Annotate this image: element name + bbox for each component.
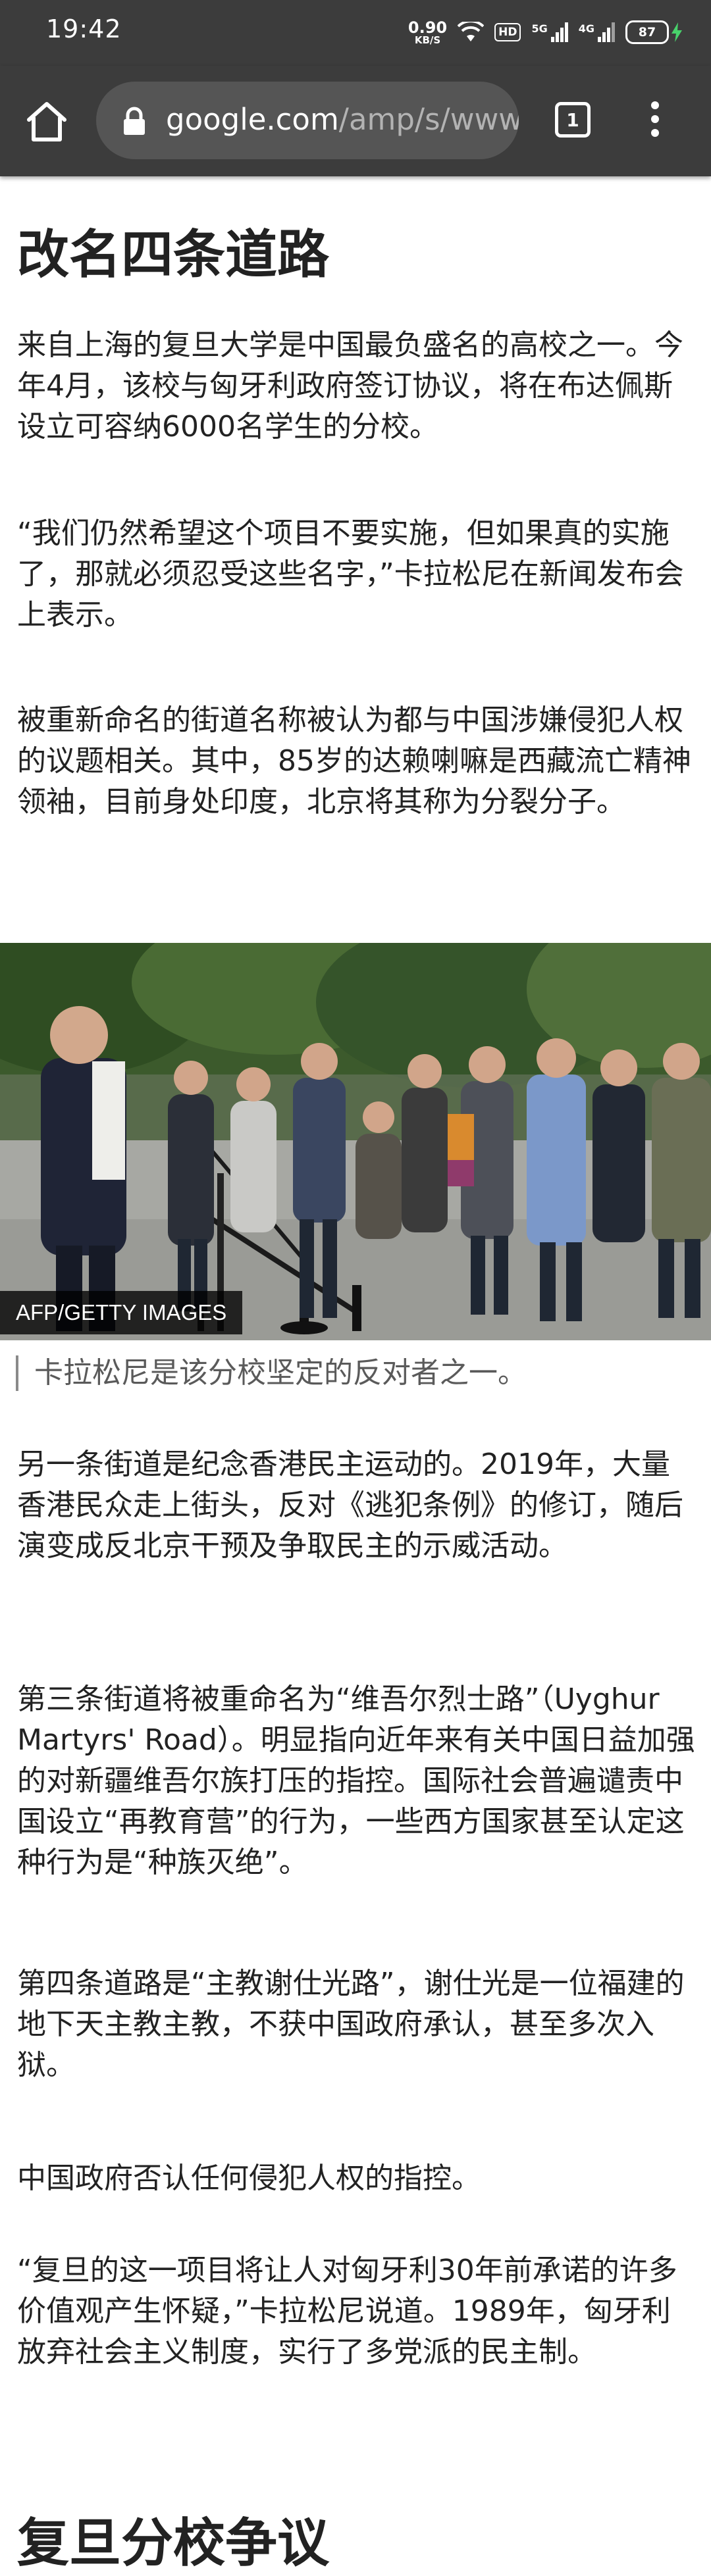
- wifi-icon: [458, 22, 485, 41]
- status-time: 19:42: [46, 14, 122, 43]
- article-paragraph: “复旦的这一项目将让人对匈牙利30年前承诺的许多价值观产生怀疑，”卡拉松尼说道。…: [17, 2254, 677, 2369]
- sim1-label: 5G: [531, 22, 548, 35]
- article-paragraph: 来自上海的复旦大学是中国最负盛名的高校之一。今年4月，该校与匈牙利政府签订协议，…: [17, 328, 683, 443]
- network-speed-unit: KB/S: [414, 34, 441, 46]
- article-paragraph: 第三条街道将被重命名为“维吾尔烈士路”（Uyghur Martyrs' Road…: [17, 1682, 695, 1879]
- url-domain: google.com: [166, 102, 339, 137]
- browser-toolbar: google.com/amp/s/www 1: [0, 66, 711, 176]
- signal-sim1-icon: 5G: [531, 22, 568, 42]
- signal-sim2-icon: 4G: [579, 22, 615, 42]
- tab-switcher-button[interactable]: 1: [555, 102, 591, 138]
- battery-icon: 87: [625, 20, 682, 44]
- status-icons: 0.90 KB/S HD 5G 4G 87: [408, 16, 682, 49]
- url-path: /amp/s/www: [338, 102, 519, 137]
- network-speed: 0.90 KB/S: [408, 20, 447, 45]
- section-heading: 改名四条道路: [17, 224, 329, 285]
- article-paragraph: 另一条街道是纪念香港民主运动的。2019年，大量香港民众走上街头，反对《逃犯条例…: [17, 1448, 683, 1563]
- network-speed-value: 0.90: [408, 18, 448, 37]
- article-photo: [0, 943, 711, 1340]
- status-bar: 19:42 0.90 KB/S HD 5G 4G 87: [0, 0, 711, 66]
- hd-badge: HD: [494, 23, 521, 41]
- battery-level: 87: [625, 20, 669, 44]
- overflow-menu-icon[interactable]: [642, 101, 668, 147]
- photo-credit: AFP/GETTY IMAGES: [0, 1291, 243, 1334]
- article-paragraph: 中国政府否认任何侵犯人权的指控。: [17, 2161, 481, 2195]
- home-icon[interactable]: [24, 99, 70, 145]
- article-paragraph: 被重新命名的街道名称被认为都与中国涉嫌侵犯人权的议题相关。其中，85岁的达赖喇嘛…: [17, 703, 691, 819]
- article-paragraph: 第四条道路是“主教谢仕光路”，谢仕光是一位福建的地下天主教主教，不获中国政府承认…: [17, 1967, 685, 2082]
- url-text[interactable]: google.com/amp/s/www: [166, 102, 519, 137]
- photo-caption: 卡拉松尼是该分校坚定的反对者之一。: [16, 1355, 527, 1391]
- article-paragraph: “我们仍然希望这个项目不要实施，但如果真的实施了，那就必须忍受这些名字，”卡拉松…: [17, 517, 684, 632]
- press-conference-image: [0, 943, 711, 1340]
- section-heading: 复旦分校争议: [17, 2513, 329, 2573]
- address-bar[interactable]: google.com/amp/s/www: [96, 82, 519, 159]
- charging-icon: [672, 22, 682, 42]
- sim2-label: 4G: [578, 22, 594, 35]
- lock-icon: [124, 107, 145, 135]
